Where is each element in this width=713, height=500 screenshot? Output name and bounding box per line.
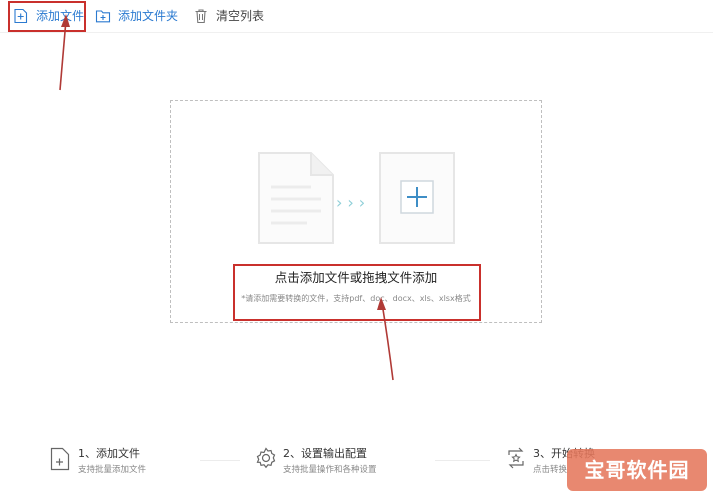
folder-add-icon: [95, 8, 111, 24]
clear-list-label: 清空列表: [216, 9, 265, 23]
step-divider: [435, 460, 490, 461]
file-add-icon: [13, 8, 29, 24]
step-subtitle: 点击转换: [533, 465, 568, 475]
drop-zone-hint: *请添加需要转换的文件，支持pdf、doc、docx、xls、xlsx格式: [241, 294, 471, 303]
add-folder-button[interactable]: 添加文件夹: [95, 6, 178, 26]
file-drop-zone[interactable]: ››› 点击添加文件或拖拽文件添加 *请添加需要转换的文件，支持pdf、doc、…: [170, 100, 542, 323]
add-folder-label: 添加文件夹: [118, 9, 179, 23]
convert-icon: [508, 447, 524, 469]
document-illustration-icon: [258, 152, 334, 244]
step-subtitle: 支持批量操作和各种设置: [283, 465, 377, 475]
add-file-label: 添加文件: [36, 9, 85, 23]
trash-icon: [193, 8, 209, 24]
add-file-illustration-icon: [379, 152, 455, 244]
chevrons-right-icon: ›››: [336, 193, 371, 212]
step-title: 2、设置输出配置: [283, 447, 367, 460]
gear-icon: [256, 447, 276, 469]
file-add-icon: [50, 447, 70, 471]
drop-zone-title: 点击添加文件或拖拽文件添加: [274, 270, 438, 285]
step-title: 1、添加文件: [78, 447, 140, 460]
toolbar: 添加文件 添加文件夹 清空列表: [0, 0, 713, 33]
clear-list-button[interactable]: 清空列表: [193, 6, 264, 26]
add-file-button[interactable]: 添加文件: [13, 6, 84, 26]
step-subtitle: 支持批量添加文件: [78, 465, 147, 475]
site-watermark: 宝哥软件园: [567, 449, 707, 491]
step-divider: [200, 460, 240, 461]
